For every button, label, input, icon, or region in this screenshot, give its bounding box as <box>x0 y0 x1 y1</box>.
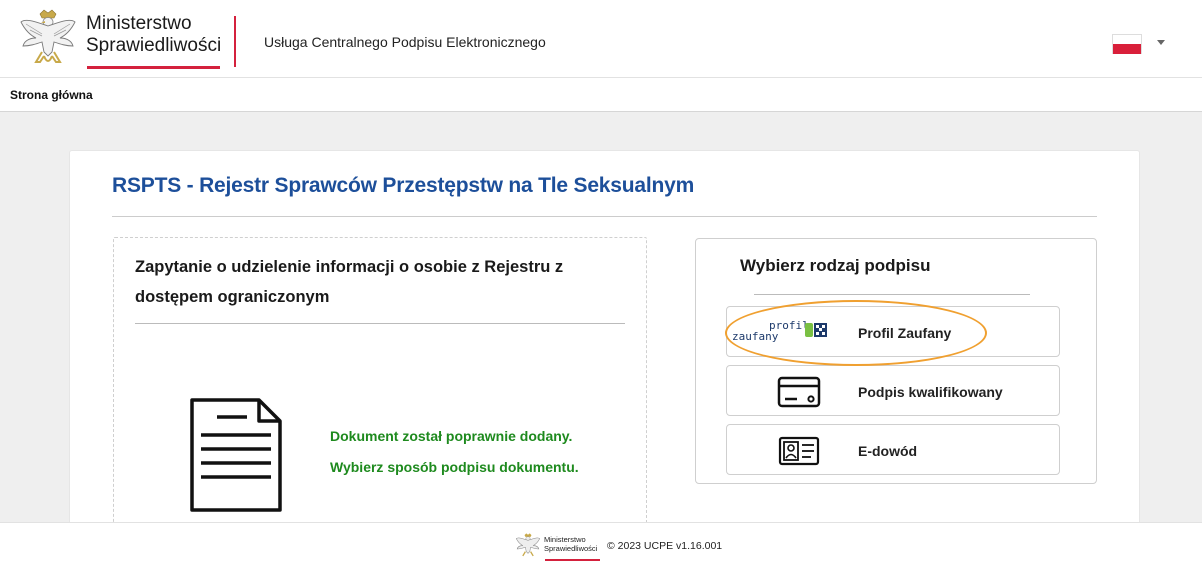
e-dowod-label: E-dowód <box>858 443 918 459</box>
language-selector[interactable] <box>1112 34 1172 60</box>
qualified-signature-label: Podpis kwalifikowany <box>858 384 1003 400</box>
signature-panel-title: Wybierz rodzaj podpisu <box>740 256 931 275</box>
logo-text-zaufany: zaufany <box>732 330 779 343</box>
inquiry-divider <box>135 323 625 324</box>
id-card-icon <box>778 436 820 466</box>
breadcrumb-bar: Strona główna <box>0 78 1202 112</box>
footer-ministry-name: Ministerstwo Sprawiedliwości <box>544 535 597 553</box>
header-divider <box>234 16 236 67</box>
ministry-underline <box>87 66 220 69</box>
nav-home-link[interactable]: Strona główna <box>10 88 93 102</box>
polish-eagle-emblem-icon <box>20 9 76 63</box>
service-name: Usługa Centralnego Podpisu Elektroniczne… <box>264 34 546 50</box>
profil-zaufany-logo: profil zaufany <box>732 319 827 343</box>
signature-prompt: Wybierz sposób podpisu dokumentu. <box>330 459 579 475</box>
footer-eagle-emblem-icon <box>515 533 541 557</box>
e-dowod-button[interactable]: E-dowód <box>726 424 1060 475</box>
ministry-name-line2: Sprawiedliwości <box>86 35 222 56</box>
ministry-name-line1: Ministerstwo <box>86 13 192 34</box>
page-title: RSPTS - Rejestr Sprawców Przestępstw na … <box>112 174 695 197</box>
qualified-signature-button[interactable]: Podpis kwalifikowany <box>726 365 1060 416</box>
credit-card-icon <box>777 376 821 408</box>
footer-ministry-line2: Sprawiedliwości <box>544 544 598 553</box>
ministry-name: Ministerstwo Sprawiedliwości <box>86 13 221 57</box>
footer-ministry-line1: Ministerstwo <box>544 535 586 544</box>
signature-panel-divider <box>754 294 1030 295</box>
title-divider <box>112 216 1097 217</box>
footer <box>0 522 1202 574</box>
footer-ministry-underline <box>545 559 600 561</box>
footer-copyright: © 2023 UCPE v1.16.001 <box>607 540 723 552</box>
profil-zaufany-label: Profil Zaufany <box>858 325 952 341</box>
inquiry-title: Zapytanie o udzielenie informacji o osob… <box>135 258 564 306</box>
flag-poland-icon <box>1112 34 1142 54</box>
chevron-down-icon <box>1157 40 1165 45</box>
profil-zaufany-button[interactable]: profil zaufany Profil Zaufany <box>726 306 1060 357</box>
document-icon <box>190 398 282 512</box>
success-message: Dokument został poprawnie dodany. <box>330 428 573 444</box>
